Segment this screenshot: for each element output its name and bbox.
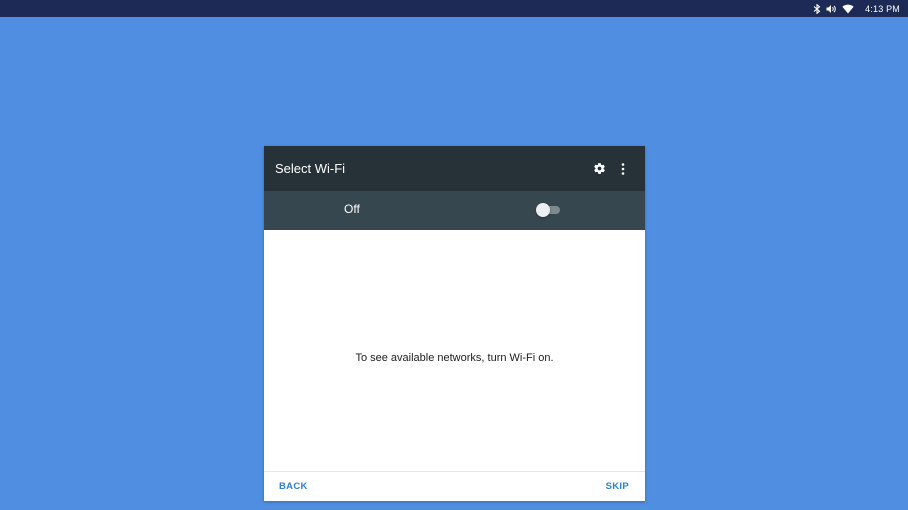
bluetooth-icon bbox=[813, 3, 821, 14]
dialog-footer: BACK SKIP bbox=[264, 471, 645, 501]
status-time: 4:13 PM bbox=[865, 3, 900, 14]
volume-icon bbox=[826, 4, 837, 14]
network-list-area: To see available networks, turn Wi-Fi on… bbox=[264, 230, 645, 471]
wifi-icon bbox=[842, 4, 854, 14]
settings-button[interactable] bbox=[587, 157, 611, 181]
switch-thumb bbox=[536, 203, 550, 217]
dialog-title: Select Wi-Fi bbox=[275, 161, 346, 176]
empty-message: To see available networks, turn Wi-Fi on… bbox=[355, 351, 554, 364]
skip-button[interactable]: SKIP bbox=[606, 481, 629, 492]
back-button[interactable]: BACK bbox=[279, 481, 308, 492]
dialog-toolbar: Select Wi-Fi bbox=[264, 146, 645, 191]
gear-icon bbox=[593, 163, 605, 174]
wifi-toggle-row[interactable]: Off bbox=[264, 191, 645, 230]
wifi-dialog: Select Wi-Fi Off To see available networ… bbox=[264, 146, 645, 501]
wifi-toggle-label: Off bbox=[344, 202, 360, 216]
more-options-button[interactable] bbox=[611, 157, 635, 181]
wifi-switch[interactable] bbox=[536, 203, 562, 217]
more-vert-icon bbox=[621, 162, 625, 175]
status-bar: 4:13 PM bbox=[0, 0, 908, 17]
